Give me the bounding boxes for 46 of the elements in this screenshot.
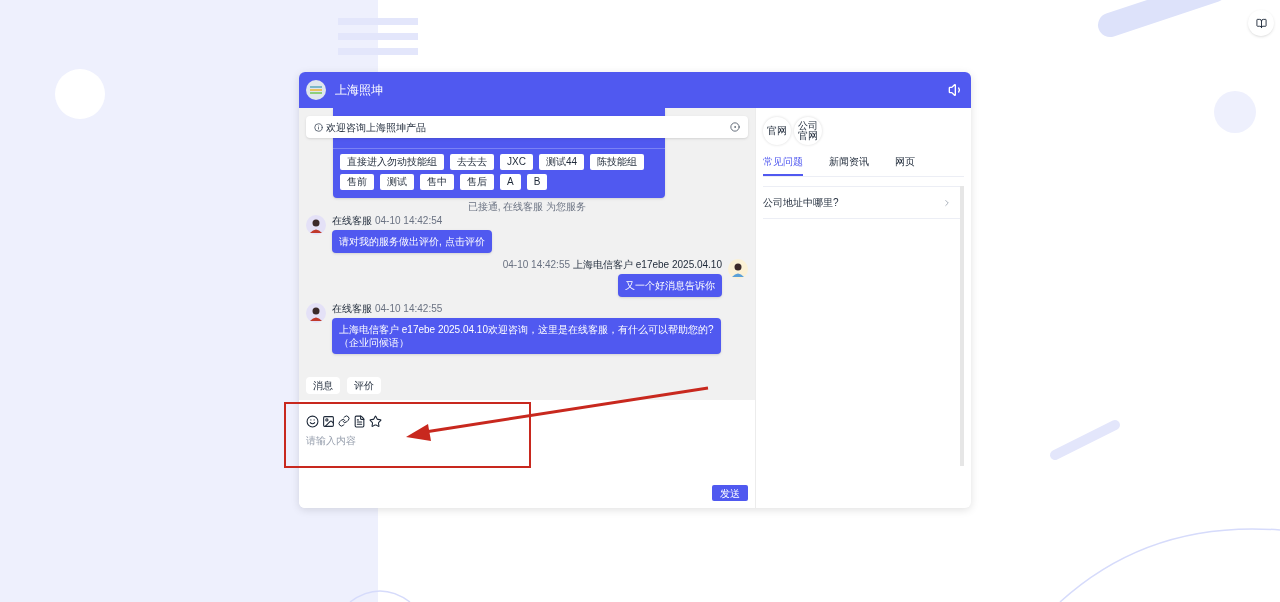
option-button[interactable]: B (526, 174, 548, 190)
message-bubble: 请对我的服务做出评价, 点击评价 (332, 230, 492, 253)
option-button[interactable]: 售后 (460, 174, 494, 190)
sender-name: 在线客服 (332, 215, 372, 227)
sender-name: 上海电信客户 e17ebe 2025.04.10 (573, 259, 722, 271)
message-bubble: 上海电信客户 e17ebe 2025.04.10欢迎咨询，这里是在线客服，有什么可以帮助您的? （企业问候语） (332, 318, 721, 354)
option-button[interactable]: 去去去 (450, 154, 494, 170)
option-button[interactable]: A (500, 174, 521, 190)
quick-reply-button[interactable]: 评价 (347, 377, 381, 394)
info-icon (314, 122, 323, 132)
quick-link[interactable]: 官网 (763, 117, 791, 145)
file-icon[interactable] (353, 415, 366, 428)
star-icon[interactable] (369, 415, 382, 428)
sidebar-tab[interactable]: 新闻资讯 (829, 154, 869, 176)
person-avatar (728, 259, 748, 279)
sidebar-tab[interactable]: 常见问题 (763, 154, 803, 176)
faq-item[interactable]: 公司地址中哪里? (763, 186, 960, 219)
person-avatar (306, 303, 326, 323)
option-button[interactable]: JXC (500, 154, 533, 170)
system-note: 已接通, 在线客服 为您服务 (466, 201, 588, 213)
reading-mode-button[interactable] (1248, 10, 1274, 36)
quick-reply-button[interactable]: 消息 (306, 377, 340, 394)
quick-link[interactable]: 公司官网 (794, 117, 822, 145)
link-icon[interactable] (338, 415, 350, 427)
send-button[interactable]: 发送 (712, 485, 748, 501)
option-button[interactable]: 直接进入勿动技能组 (340, 154, 444, 170)
window-title: 上海照坤 (335, 82, 383, 99)
image-icon[interactable] (322, 415, 335, 428)
chevron-icon (942, 197, 952, 208)
option-button[interactable]: 售中 (420, 174, 454, 190)
message-time: 04-10 14:42:54 (375, 215, 443, 227)
notice-text: 欢迎咨询上海照坤产品 (326, 120, 427, 135)
person-avatar (306, 215, 326, 235)
message-bubble: 又一个好消息告诉你 (618, 274, 722, 297)
emoji-icon[interactable] (306, 415, 319, 428)
logo-icon (306, 80, 326, 100)
message-time: 04-10 14:42:55 (502, 259, 570, 271)
option-button[interactable]: 测试44 (538, 154, 585, 170)
option-button[interactable]: 陈技能组 (590, 154, 645, 170)
sender-name: 在线客服 (332, 303, 372, 315)
book-icon (1255, 17, 1267, 29)
message-input[interactable]: 请输入内容 (306, 433, 506, 448)
sidebar-tab[interactable]: 网页 (895, 154, 915, 176)
option-button[interactable]: 售前 (340, 174, 374, 190)
option-button[interactable]: 测试 (380, 174, 414, 190)
message-time: 04-10 14:42:55 (375, 303, 443, 315)
